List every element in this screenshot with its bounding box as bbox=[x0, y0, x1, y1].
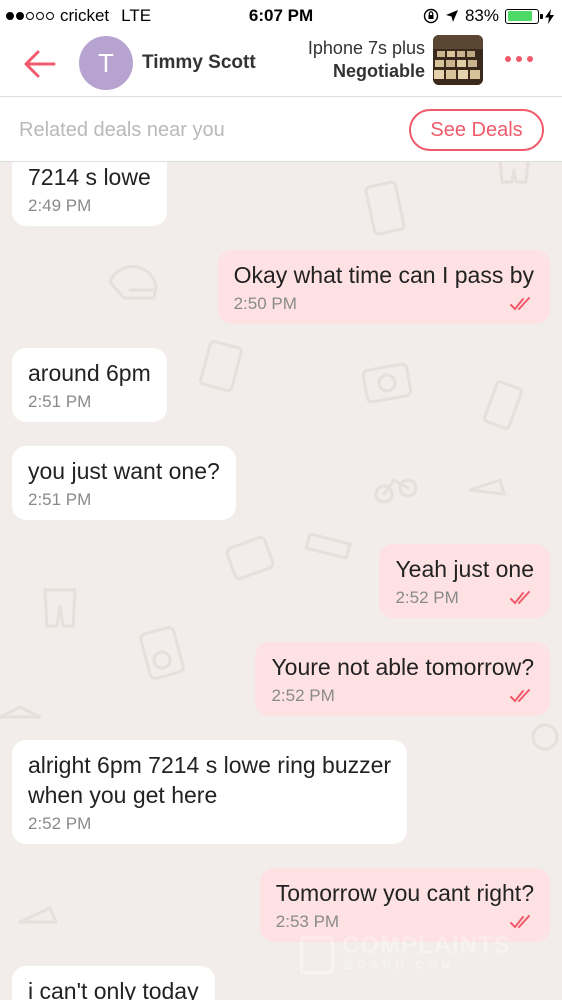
read-receipt-icon bbox=[510, 689, 530, 703]
tv-pattern-icon bbox=[225, 536, 275, 580]
related-deals-bar: Related deals near you See Deals bbox=[0, 96, 562, 162]
battery-percent: 83% bbox=[464, 6, 499, 25]
watermark: COMPLAINTS BOARD.COM bbox=[300, 932, 540, 980]
message-bubble-incoming[interactable]: 7214 s lowe 2:49 PM bbox=[12, 162, 167, 226]
more-options-icon[interactable] bbox=[505, 56, 533, 62]
gameboy-pattern-icon bbox=[199, 340, 243, 392]
message-bubble-incoming[interactable]: i can't only today bbox=[12, 966, 215, 1000]
message-text: around 6pm bbox=[28, 360, 151, 386]
read-receipt-icon bbox=[510, 591, 530, 605]
message-text: i can't only today bbox=[28, 978, 199, 1000]
orientation-lock-icon bbox=[423, 8, 439, 24]
message-bubble-outgoing[interactable]: Yeah just one 2:52 PM bbox=[379, 544, 550, 618]
ring-pattern-icon bbox=[531, 723, 559, 751]
message-list[interactable]: 7214 s lowe 2:49 PM Okay what time can I… bbox=[0, 162, 562, 1000]
message-text: alright 6pm 7214 s lowe ring buzzer bbox=[28, 752, 392, 778]
watermark-line1: COMPLAINTS bbox=[342, 932, 511, 959]
message-bubble-outgoing[interactable]: Tomorrow you cant right? 2:53 PM bbox=[259, 868, 550, 942]
contact-name[interactable]: Timmy Scott bbox=[142, 52, 256, 74]
message-time: 2:52 PM bbox=[271, 686, 335, 705]
message-text: Yeah just one bbox=[395, 556, 534, 582]
message-bubble-incoming[interactable]: around 6pm 2:51 PM bbox=[12, 348, 167, 422]
charging-bolt-icon bbox=[545, 8, 554, 24]
read-receipt-icon bbox=[510, 297, 530, 311]
shoes-pattern-icon bbox=[304, 532, 352, 560]
listing-info[interactable]: Iphone 7s plus Negotiable bbox=[308, 37, 425, 83]
listing-thumbnail[interactable] bbox=[433, 35, 483, 85]
camera-pattern-icon bbox=[361, 362, 413, 404]
message-time: 2:51 PM bbox=[28, 490, 92, 509]
listing-price: Negotiable bbox=[332, 61, 425, 81]
listing-title: Iphone 7s plus bbox=[307, 38, 425, 58]
message-text: 7214 s lowe bbox=[28, 164, 151, 190]
message-time: 2:52 PM bbox=[395, 588, 459, 607]
book-pattern-icon bbox=[482, 380, 524, 430]
message-time: 2:50 PM bbox=[233, 294, 297, 313]
chat-header: T Timmy Scott Iphone 7s plus Negotiable bbox=[0, 32, 562, 96]
message-time: 2:52 PM bbox=[28, 814, 92, 833]
battery-icon bbox=[505, 8, 543, 24]
watermark-logo-icon bbox=[300, 936, 334, 974]
back-arrow-icon[interactable] bbox=[20, 44, 60, 84]
watermark-line2: BOARD.COM bbox=[344, 958, 456, 972]
avatar[interactable]: T bbox=[79, 36, 133, 90]
helmet-pattern-icon bbox=[108, 265, 158, 300]
message-bubble-outgoing[interactable]: Okay what time can I pass by 2:50 PM bbox=[217, 250, 550, 324]
message-text-line2: when you get here bbox=[28, 782, 218, 808]
message-bubble-incoming[interactable]: alright 6pm 7214 s lowe ring buzzer when… bbox=[12, 740, 408, 844]
related-deals-prompt: Related deals near you bbox=[19, 119, 225, 141]
trumpet-pattern-icon-2 bbox=[18, 906, 58, 924]
message-text: Youre not able tomorrow? bbox=[271, 654, 534, 680]
message-time: 2:49 PM bbox=[28, 196, 92, 215]
message-bubble-incoming[interactable]: you just want one? 2:51 PM bbox=[12, 446, 236, 520]
status-bar: cricket LTE 6:07 PM 83% bbox=[0, 0, 562, 32]
message-text: Tomorrow you cant right? bbox=[275, 880, 534, 906]
listing-photo bbox=[433, 35, 483, 85]
message-time: 2:53 PM bbox=[275, 912, 340, 931]
phone-pattern-icon bbox=[364, 180, 406, 236]
pants-pattern-icon bbox=[43, 588, 77, 628]
read-receipt-icon bbox=[510, 915, 530, 929]
message-bubble-outgoing[interactable]: Youre not able tomorrow? 2:52 PM bbox=[255, 642, 550, 716]
status-icons: 83% bbox=[423, 6, 554, 26]
message-text: you just want one? bbox=[28, 458, 220, 484]
trumpet-pattern-icon bbox=[468, 478, 506, 496]
see-deals-button[interactable]: See Deals bbox=[409, 109, 544, 151]
jeans-pattern-icon bbox=[498, 162, 530, 184]
message-time: 2:51 PM bbox=[28, 392, 92, 411]
hanger-pattern-icon bbox=[0, 705, 42, 719]
location-arrow-icon bbox=[445, 10, 458, 22]
message-text: Okay what time can I pass by bbox=[233, 262, 534, 288]
